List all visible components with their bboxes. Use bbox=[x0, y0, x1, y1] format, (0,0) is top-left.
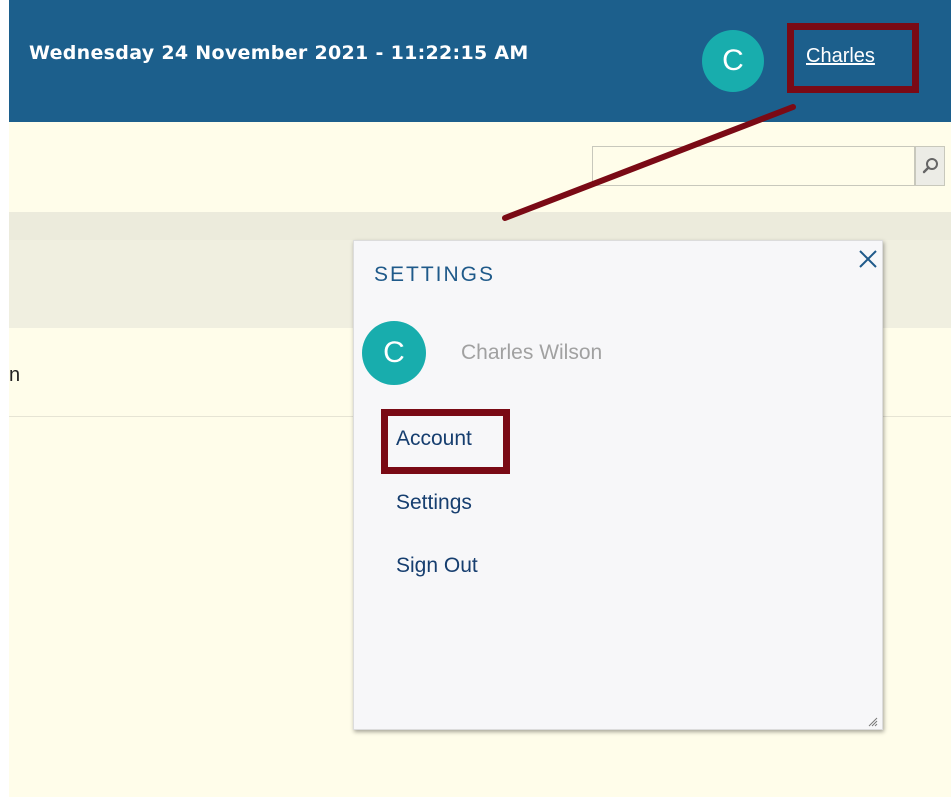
popup-avatar: C bbox=[362, 321, 426, 385]
menu-item-sign-out[interactable]: Sign Out bbox=[396, 554, 478, 578]
user-full-name: Charles Wilson bbox=[461, 341, 603, 364]
popup-title: SETTINGS bbox=[374, 263, 496, 286]
callout-highlight-account bbox=[381, 409, 510, 474]
close-icon[interactable] bbox=[856, 247, 880, 271]
settings-popup: SETTINGS C Charles Wilson Account Settin… bbox=[353, 240, 883, 730]
resize-grip-icon[interactable] bbox=[868, 717, 878, 727]
menu-item-settings[interactable]: Settings bbox=[396, 491, 472, 515]
